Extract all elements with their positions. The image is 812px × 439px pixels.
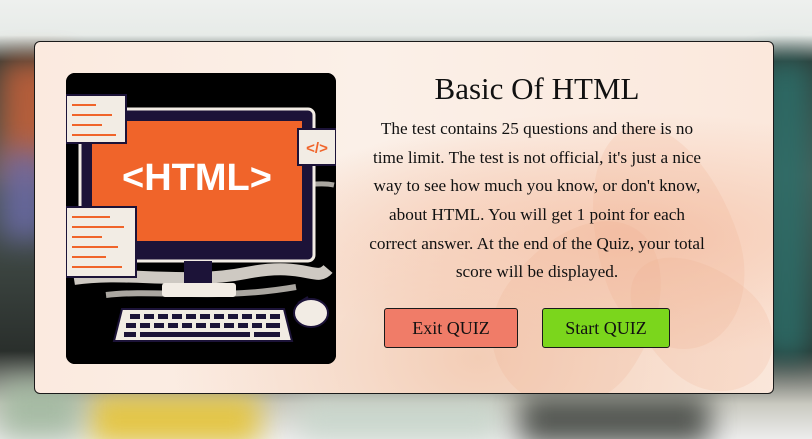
quiz-intro-dialog: <HTML> </> Basic Of HTML The test contai… [34, 41, 774, 394]
dialog-content: Basic Of HTML The test contains 25 quest… [365, 70, 709, 287]
html-computer-illustration: <HTML> </> [66, 73, 336, 364]
exit-quiz-button[interactable]: Exit QUIZ [384, 308, 518, 348]
quiz-title: Basic Of HTML [434, 71, 640, 106]
quiz-description: The test contains 25 questions and there… [369, 119, 705, 282]
code-icon: </> [297, 128, 336, 166]
code-badge-label: </> [306, 140, 328, 157]
start-quiz-button[interactable]: Start QUIZ [542, 308, 670, 348]
html-tag-label: <HTML> [122, 157, 272, 199]
